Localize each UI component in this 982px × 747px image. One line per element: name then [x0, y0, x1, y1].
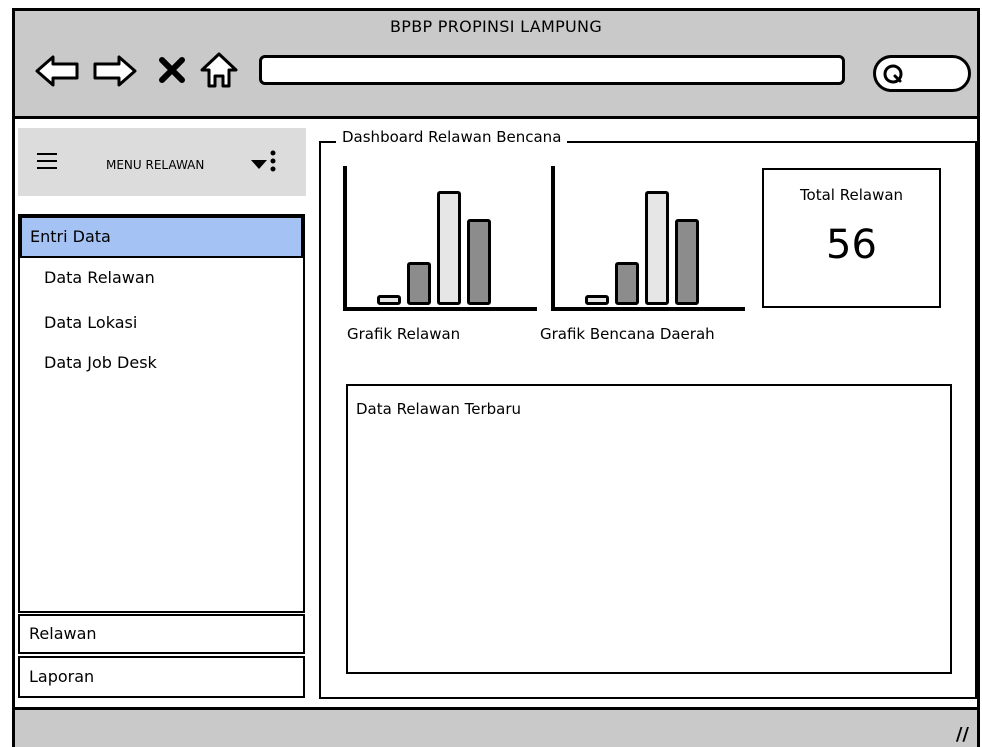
total-relawan-label: Total Relawan	[799, 186, 904, 204]
home-button[interactable]	[199, 51, 239, 92]
resize-handle-icon[interactable]: //	[956, 724, 969, 745]
home-icon	[200, 52, 238, 88]
sidebar-section-laporan[interactable]: Laporan	[18, 656, 305, 698]
forward-arrow-icon	[93, 55, 137, 87]
recent-relawan-panel: Data Relawan Terbaru	[346, 384, 952, 674]
back-button[interactable]	[33, 53, 81, 92]
sidebar-item-data-relawan[interactable]: Data Relawan	[44, 268, 155, 287]
sidebar-section-relawan[interactable]: Relawan	[18, 614, 305, 654]
recent-relawan-title: Data Relawan Terbaru	[356, 400, 522, 418]
status-bar: //	[15, 707, 977, 747]
chart-bar	[407, 262, 431, 305]
forward-button[interactable]	[91, 53, 139, 92]
menu-dropdown-button[interactable]	[250, 158, 268, 173]
menu-toggle-button[interactable]	[36, 152, 58, 173]
chart-bar	[675, 219, 699, 305]
search-icon	[883, 64, 903, 84]
search-button[interactable]	[873, 55, 971, 92]
sidebar-menu-header: MENU RELAWAN	[18, 128, 306, 196]
chart-bar	[585, 295, 609, 305]
sidebar-menu-title: MENU RELAWAN	[106, 158, 205, 172]
browser-toolbar: BPBP PROPINSI LAMPUNG	[15, 11, 977, 119]
chart-grafik-bencana-daerah	[551, 166, 745, 311]
window-title: BPBP PROPINSI LAMPUNG	[389, 17, 603, 36]
address-bar[interactable]	[259, 55, 845, 85]
more-options-icon	[270, 150, 276, 172]
total-relawan-value: 56	[826, 222, 877, 268]
dropdown-arrow-icon	[251, 160, 267, 169]
chart-bar	[467, 219, 491, 305]
stop-button[interactable]	[157, 55, 187, 88]
chart-caption-grafik-bencana-daerah: Grafik Bencana Daerah	[540, 325, 715, 343]
chart-grafik-relawan	[343, 166, 537, 311]
sidebar-item-data-lokasi[interactable]: Data Lokasi	[44, 313, 137, 332]
chart-caption-grafik-relawan: Grafik Relawan	[347, 325, 461, 343]
close-icon	[159, 57, 185, 83]
sidebar-item-data-job-desk[interactable]: Data Job Desk	[44, 353, 157, 372]
chart-bar	[615, 262, 639, 305]
dashboard-title: Dashboard Relawan Bencana	[336, 128, 568, 146]
hamburger-icon	[37, 153, 57, 169]
chart-bar	[645, 191, 669, 305]
total-relawan-card: Total Relawan 56	[762, 168, 941, 308]
menu-more-button[interactable]	[270, 150, 276, 175]
back-arrow-icon	[35, 55, 79, 87]
sidebar-section-entri-data[interactable]: Entri Data	[20, 216, 303, 258]
chart-bar	[377, 295, 401, 305]
chart-bar	[437, 191, 461, 305]
